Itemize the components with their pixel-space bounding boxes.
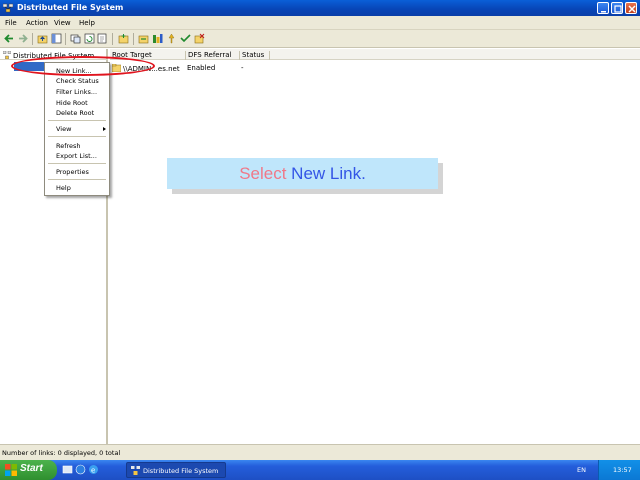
taskbar: Start e Distributed File System EN 13:57 — [0, 460, 640, 480]
status-bar: Number of links: 0 displayed, 0 total — [0, 444, 640, 460]
maximize-button[interactable] — [611, 2, 623, 14]
delete-root-icon[interactable] — [194, 33, 205, 44]
instruction-text: Select New Link. — [167, 164, 438, 184]
toolbar-separator — [32, 33, 33, 45]
menu-item-hide-root[interactable]: Hide Root — [56, 99, 88, 107]
menu-separator — [48, 163, 106, 164]
status-text: Number of links: 0 displayed, 0 total — [2, 449, 121, 457]
menu-item-delete-root[interactable]: Delete Root — [56, 109, 94, 117]
instruction-target: New Link. — [291, 164, 366, 183]
export-icon[interactable] — [97, 33, 108, 44]
toolbar — [0, 30, 640, 48]
window-title: Distributed File System — [17, 3, 124, 12]
explorer-quicklaunch-icon[interactable] — [75, 464, 86, 475]
back-icon[interactable] — [4, 33, 15, 44]
details-pane[interactable]: Root Target DFS Referral Status \\ADMIN.… — [110, 49, 640, 444]
menu-separator — [48, 136, 106, 137]
minimize-icon — [601, 11, 606, 13]
column-headers: Root Target DFS Referral Status — [110, 49, 640, 60]
instruction-verb: Select — [239, 164, 287, 183]
menu-action[interactable]: Action — [26, 19, 48, 27]
menu-bar: File Action View Help — [0, 16, 640, 30]
up-icon[interactable] — [37, 33, 48, 44]
ie-quicklaunch-icon[interactable]: e — [88, 464, 99, 475]
menu-item-export-list[interactable]: Export List... — [56, 152, 97, 160]
check-status-icon[interactable] — [180, 33, 191, 44]
close-button[interactable] — [625, 2, 637, 14]
refresh-icon[interactable] — [84, 33, 95, 44]
system-tray: 13:57 — [598, 460, 640, 480]
dfs-referral-cell: Enabled — [187, 64, 216, 72]
new-link-icon[interactable] — [138, 33, 149, 44]
submenu-arrow-icon — [103, 127, 106, 131]
toolbar-separator — [112, 33, 113, 45]
menu-item-filter-links[interactable]: Filter Links... — [56, 88, 97, 96]
new-root-icon[interactable] — [118, 33, 129, 44]
menu-item-check-status[interactable]: Check Status — [56, 77, 99, 85]
status-cell: - — [241, 64, 244, 72]
title-bar: Distributed File System — [0, 0, 640, 16]
close-icon — [628, 5, 636, 13]
show-hide-tree-icon[interactable] — [51, 33, 62, 44]
filter-icon[interactable] — [152, 33, 163, 44]
new-window-icon[interactable] — [70, 33, 81, 44]
menu-item-properties[interactable]: Properties — [56, 168, 89, 176]
highlight-ellipse — [11, 56, 155, 76]
svg-text:e: e — [91, 467, 95, 475]
maximize-icon — [614, 5, 622, 13]
taskbar-button-label: Distributed File System — [143, 467, 219, 475]
menu-separator — [48, 179, 106, 180]
forward-icon[interactable] — [17, 33, 28, 44]
menu-file[interactable]: File — [5, 19, 17, 27]
start-label: Start — [20, 463, 43, 474]
menu-item-refresh[interactable]: Refresh — [56, 142, 81, 150]
language-indicator[interactable]: EN — [577, 466, 586, 474]
menu-separator — [48, 120, 106, 121]
start-button[interactable]: Start — [0, 460, 57, 480]
toolbar-separator — [65, 33, 66, 45]
toolbar-separator — [133, 33, 134, 45]
menu-view[interactable]: View — [54, 19, 71, 27]
menu-help[interactable]: Help — [79, 19, 95, 27]
menu-item-help[interactable]: Help — [56, 184, 71, 192]
clock[interactable]: 13:57 — [613, 466, 632, 474]
menu-item-view[interactable]: View — [56, 125, 71, 133]
context-menu: New Link... Check Status Filter Links...… — [44, 62, 110, 196]
windows-logo-icon — [5, 464, 17, 476]
minimize-button[interactable] — [597, 2, 609, 14]
column-header-dfs-referral[interactable]: DFS Referral — [186, 51, 240, 60]
column-header-status[interactable]: Status — [240, 51, 270, 60]
instruction-banner: Select New Link. — [167, 158, 438, 189]
taskbar-button-dfs[interactable]: Distributed File System — [126, 462, 226, 478]
dfs-app-icon — [131, 466, 140, 475]
desktop-quicklaunch-icon[interactable] — [62, 464, 73, 475]
dfs-app-icon — [3, 3, 13, 13]
dfs-tree-icon — [3, 51, 11, 59]
help-icon[interactable] — [166, 33, 177, 44]
